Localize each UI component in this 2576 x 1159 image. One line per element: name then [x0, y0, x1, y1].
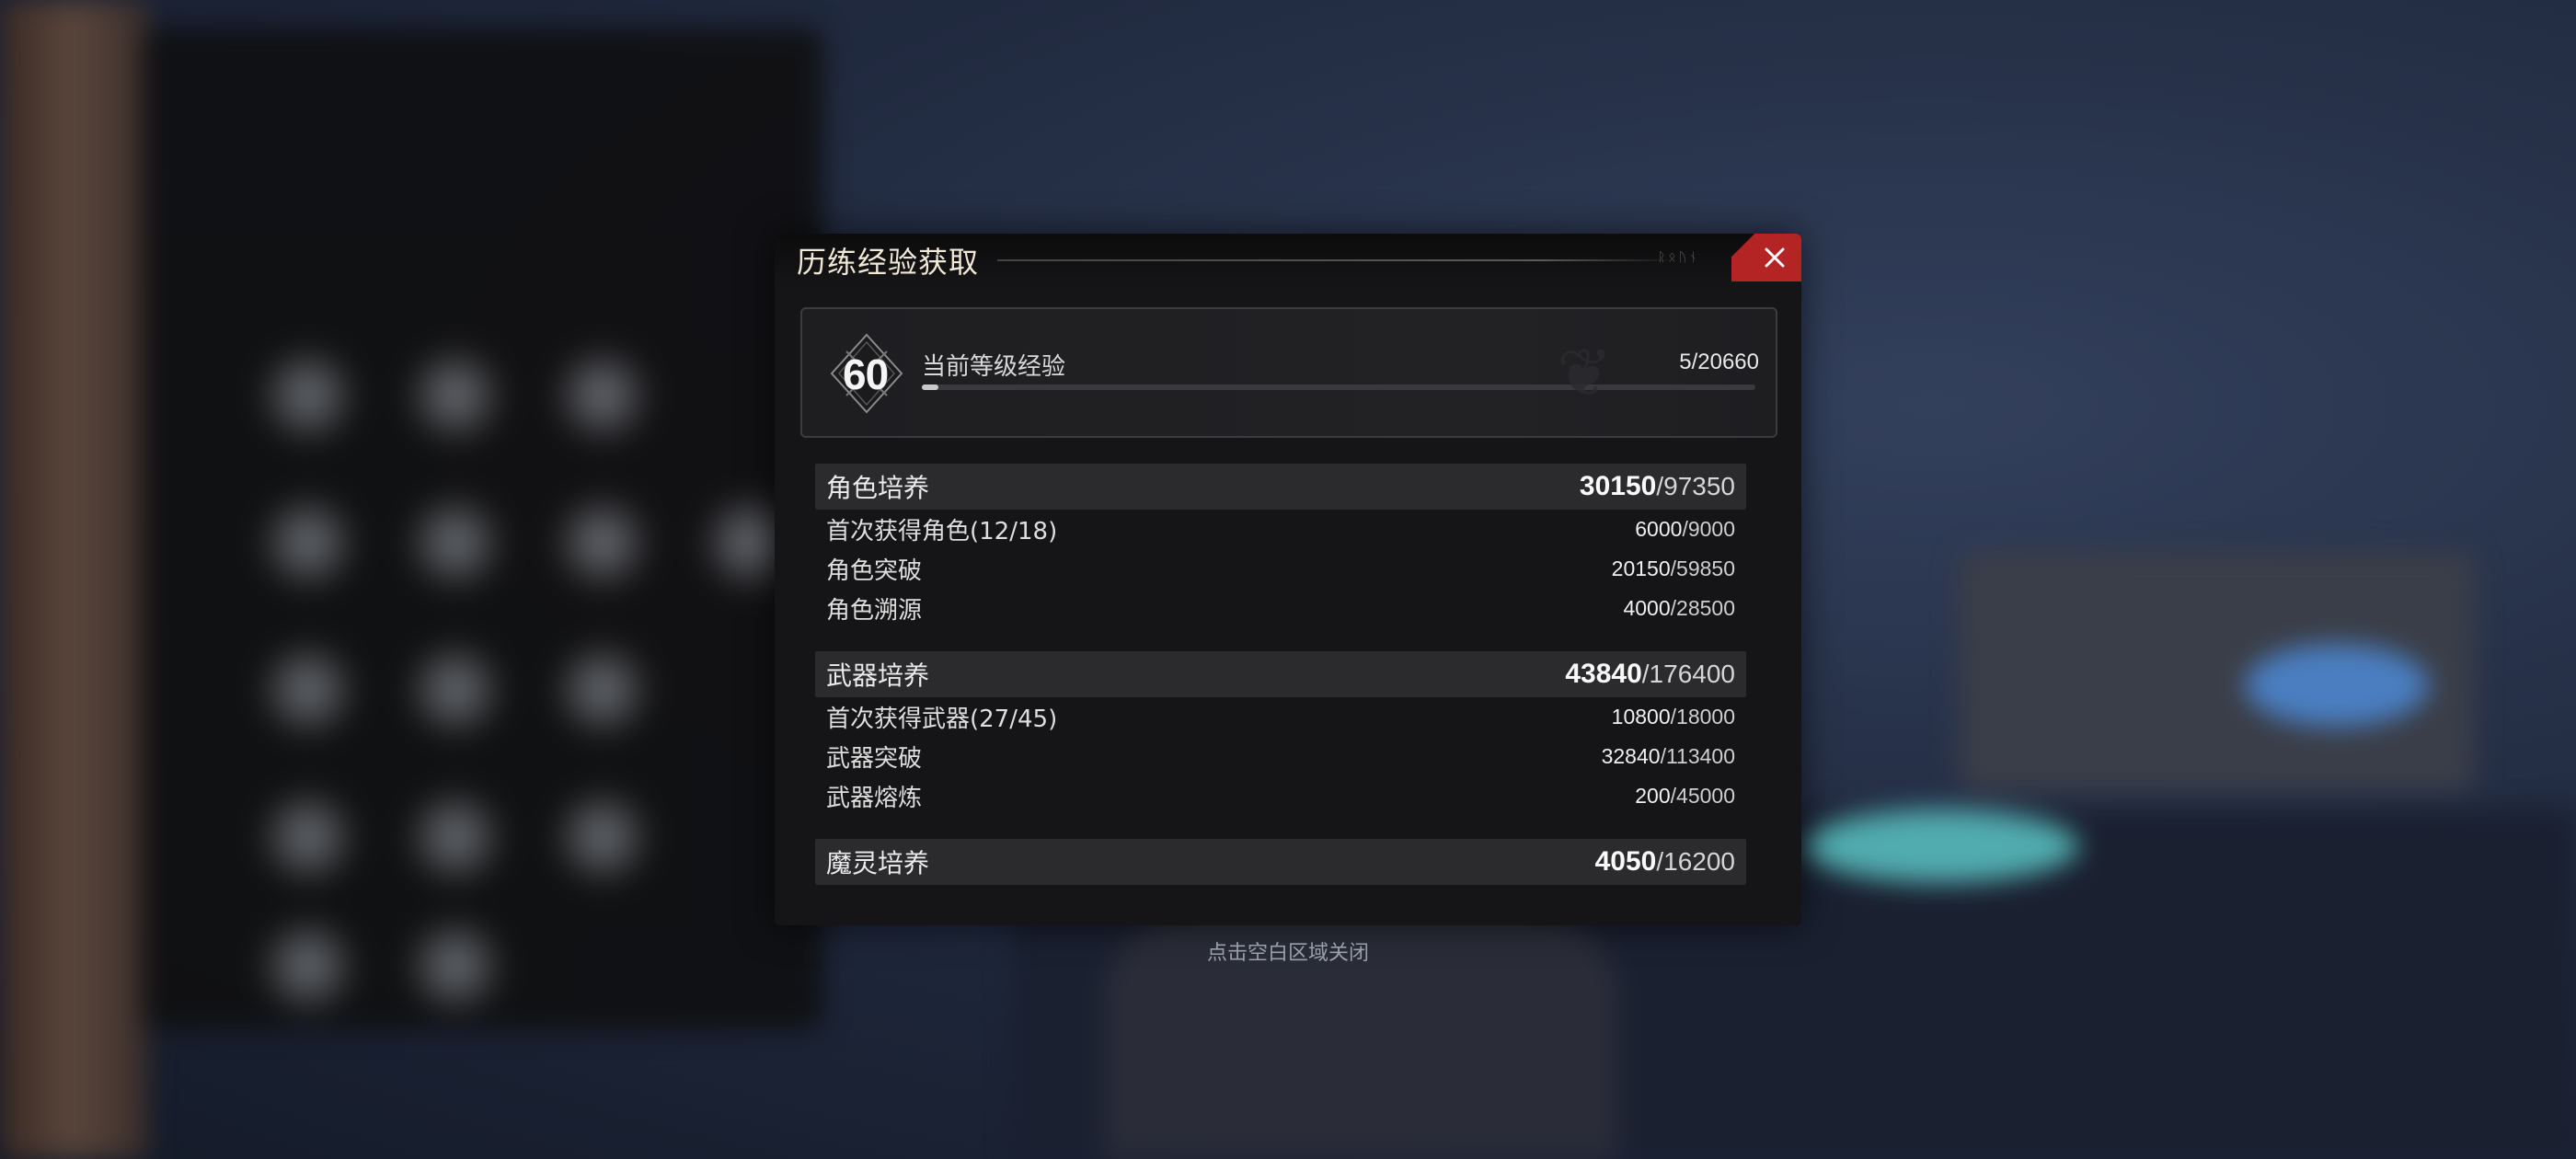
row-value: 6000/9000	[1635, 517, 1735, 542]
card-watermark-emblem: ❦	[1557, 334, 1613, 411]
row-total: /18000	[1670, 705, 1735, 729]
list-item: 角色溯源 4000/28500	[815, 589, 1746, 628]
background-item	[400, 340, 511, 451]
background-curtain	[0, 0, 147, 1159]
section-label: 角色培养	[826, 473, 930, 503]
background-item	[400, 782, 511, 892]
row-value: 4000/28500	[1623, 596, 1735, 621]
row-current: 200	[1635, 784, 1671, 808]
row-current: 32840	[1601, 744, 1661, 768]
section-character: 角色培养 30150/97350 首次获得角色(12/18) 6000/9000…	[815, 464, 1746, 628]
background-item	[253, 635, 363, 745]
experience-dialog: 历练经验获取 ᚱᛟᚢᚾ 60 当前等级经验 5/20660 ❦ 角色培养 301…	[775, 234, 1801, 925]
row-label: 武器突破	[826, 745, 923, 773]
row-total: /45000	[1670, 784, 1735, 808]
section-current: 43840	[1565, 659, 1642, 689]
row-label: 武器熔炼	[826, 785, 923, 812]
background-item	[547, 635, 658, 745]
background-item	[400, 488, 511, 598]
background-item	[547, 782, 658, 892]
section-header: 角色培养 30150/97350	[815, 464, 1746, 510]
row-value: 10800/18000	[1612, 705, 1735, 729]
close-button[interactable]	[1731, 234, 1801, 281]
section-header: 魔灵培养 4050/16200	[815, 839, 1746, 885]
background-item	[253, 911, 363, 1021]
row-current: 20150	[1611, 557, 1671, 580]
background-item	[253, 340, 363, 451]
header-ornament: ᚱᛟᚢᚾ	[1658, 250, 1700, 265]
background-item	[400, 911, 511, 1021]
background-item	[253, 488, 363, 598]
section-label: 武器培养	[826, 660, 930, 691]
list-item: 首次获得角色(12/18) 6000/9000	[815, 510, 1746, 549]
background-inventory-panel	[143, 28, 823, 1030]
section-current: 30150	[1579, 471, 1657, 501]
list-item: 武器突破 32840/113400	[815, 737, 1746, 776]
background-blue-object	[2245, 644, 2429, 727]
section-total: /16200	[1656, 847, 1735, 876]
row-value: 200/45000	[1635, 784, 1735, 809]
section-header: 武器培养 43840/176400	[815, 651, 1746, 697]
row-total: /113400	[1660, 744, 1735, 768]
row-value: 20150/59850	[1612, 557, 1735, 581]
row-total: /28500	[1670, 596, 1735, 620]
background-item	[547, 488, 658, 598]
section-total: /97350	[1656, 472, 1735, 500]
list-item: 角色突破 20150/59850	[815, 549, 1746, 589]
section-spirit: 魔灵培养 4050/16200	[815, 839, 1746, 885]
background-cyan-object	[1803, 809, 2079, 883]
dialog-title: 历练经验获取	[797, 245, 980, 280]
row-total: /59850	[1670, 557, 1735, 580]
row-value: 32840/113400	[1602, 744, 1735, 769]
section-current: 4050	[1594, 846, 1657, 877]
section-value: 4050/16200	[1595, 846, 1735, 878]
section-value: 30150/97350	[1580, 471, 1735, 502]
section-label: 魔灵培养	[826, 848, 930, 878]
section-weapon: 武器培养 43840/176400 首次获得武器(27/45) 10800/18…	[815, 651, 1746, 816]
list-item: 武器熔炼 200/45000	[815, 776, 1746, 816]
row-label: 首次获得角色(12/18)	[826, 518, 1058, 545]
level-number: 60	[843, 350, 889, 398]
dialog-header: 历练经验获取 ᚱᛟᚢᚾ	[775, 234, 1801, 281]
level-progress-fill	[922, 384, 939, 390]
row-current: 4000	[1623, 596, 1671, 620]
close-icon	[1765, 247, 1785, 268]
background-item	[547, 340, 658, 451]
row-current: 10800	[1611, 705, 1671, 729]
row-total: /9000	[1682, 517, 1735, 541]
section-value: 43840/176400	[1565, 659, 1735, 690]
level-label: 当前等级经验	[922, 353, 1066, 381]
background-item	[253, 782, 363, 892]
section-total: /176400	[1641, 660, 1735, 688]
row-label: 角色突破	[826, 557, 923, 585]
list-item: 首次获得武器(27/45) 10800/18000	[815, 697, 1746, 737]
background-item	[400, 635, 511, 745]
row-label: 首次获得武器(27/45)	[826, 706, 1058, 733]
row-label: 角色溯源	[826, 597, 923, 625]
header-divider	[997, 259, 1678, 261]
level-card: 60 当前等级经验 5/20660 ❦	[800, 307, 1777, 438]
close-hint: 点击空白区域关闭	[1206, 942, 1369, 965]
row-current: 6000	[1635, 517, 1683, 541]
